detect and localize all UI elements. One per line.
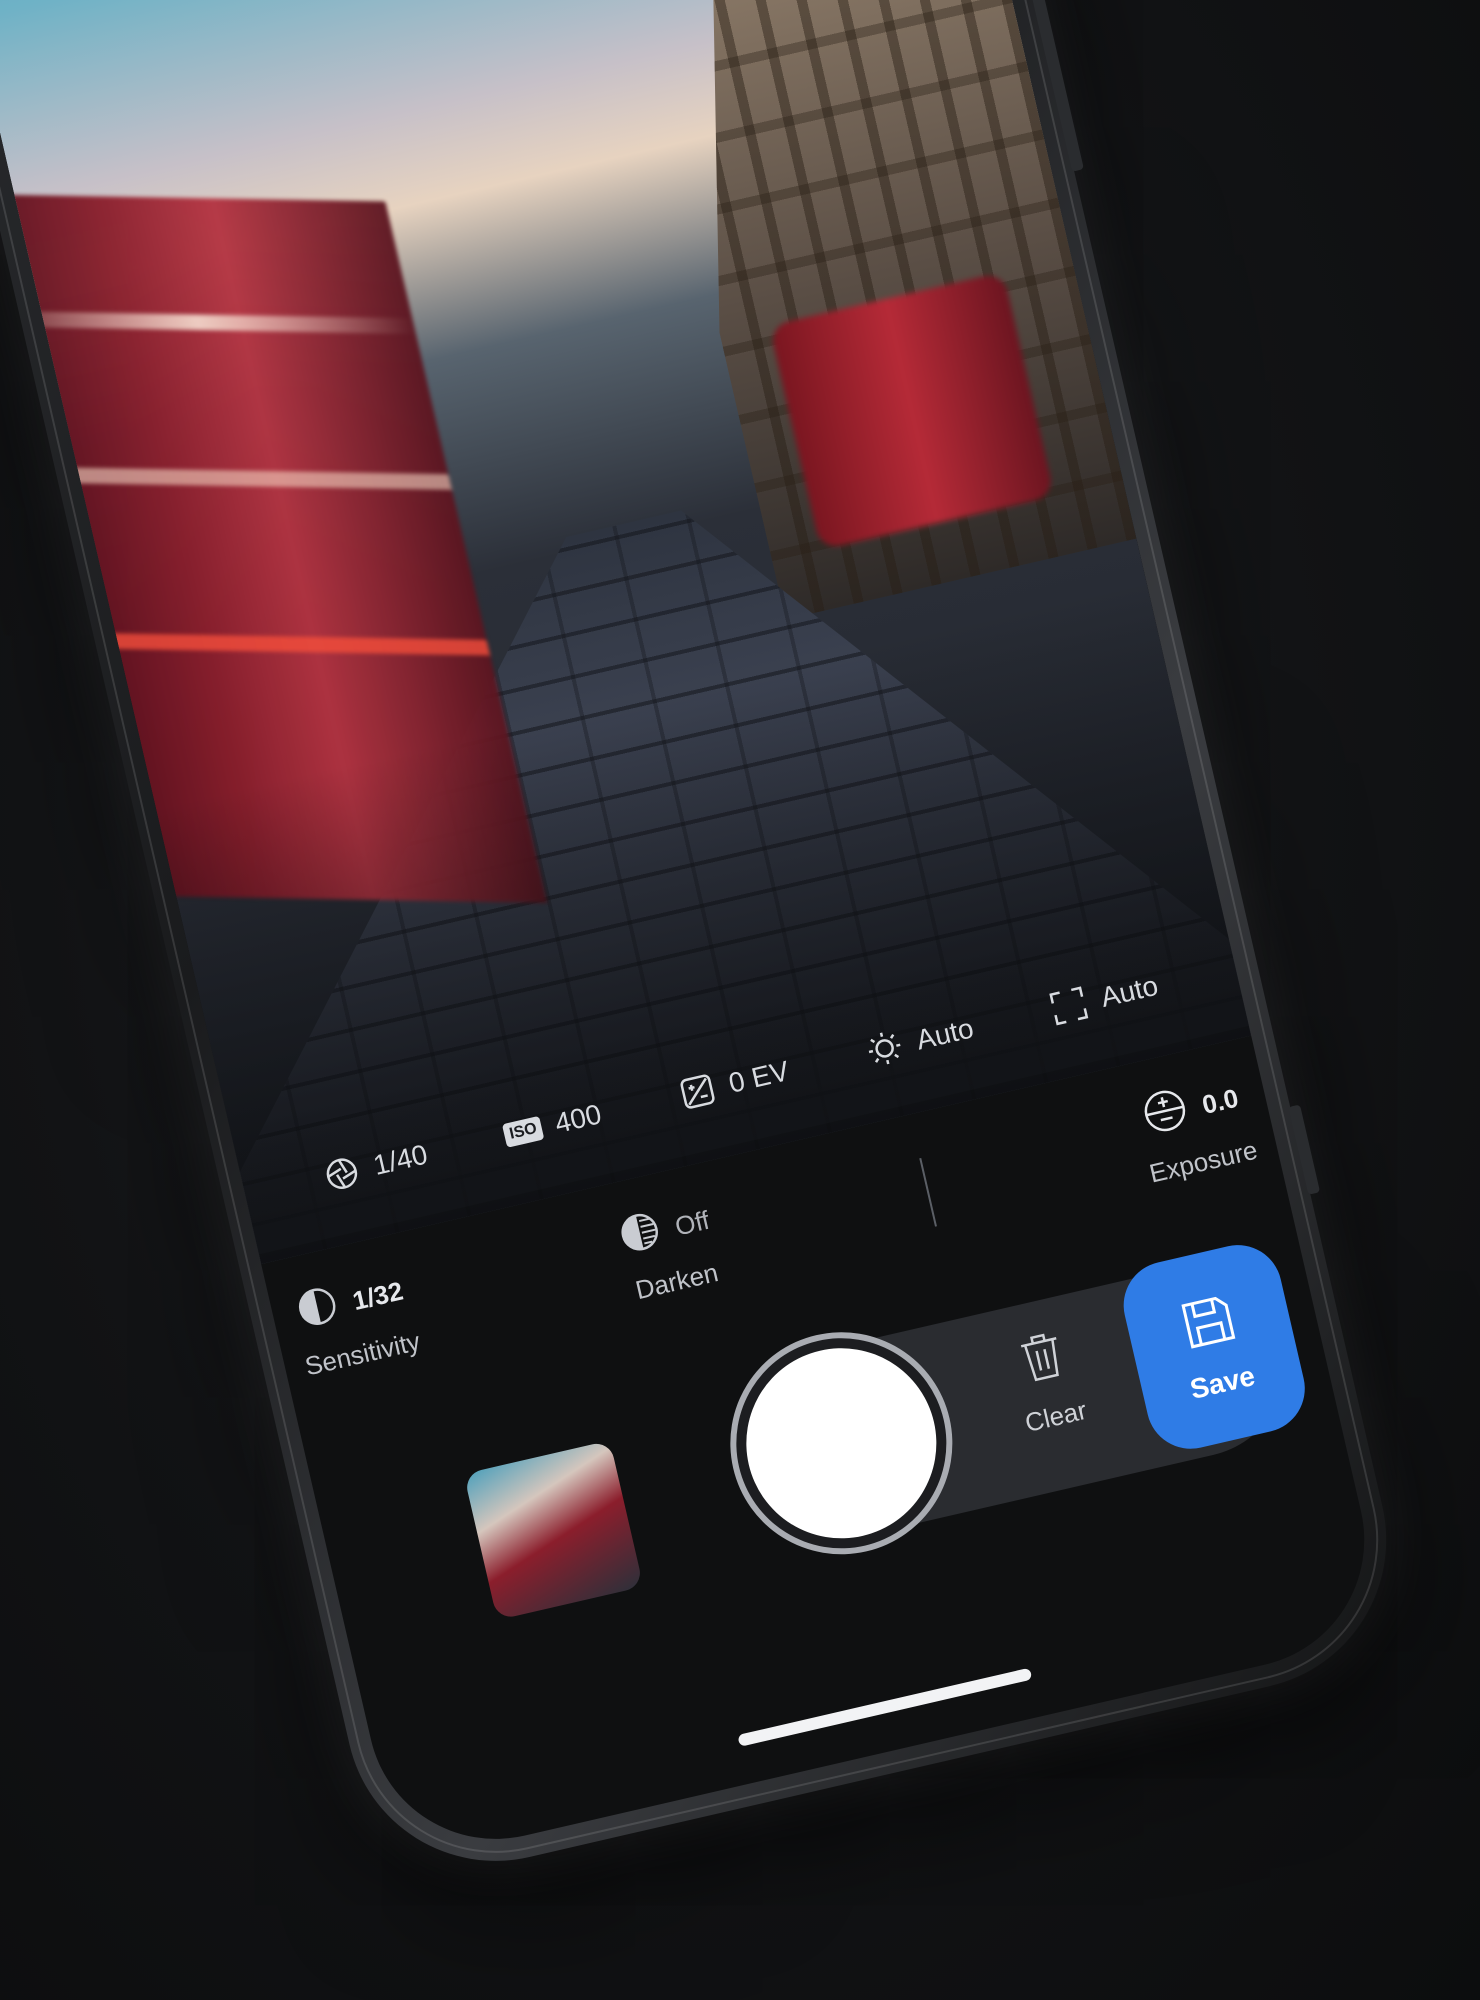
sensitivity-value: 1/32 <box>349 1275 406 1317</box>
exposure-value: 0.0 <box>1199 1082 1242 1120</box>
exposure-label: Exposure <box>1146 1134 1261 1189</box>
trash-icon <box>1015 1328 1071 1393</box>
shutter-speed-value: 1/40 <box>370 1138 431 1181</box>
save-icon <box>1177 1290 1241 1359</box>
sensitivity-label: Sensitivity <box>302 1325 423 1382</box>
iso-badge: ISO <box>502 1115 545 1148</box>
sun-icon <box>862 1026 908 1072</box>
focus-frame-icon <box>1046 983 1092 1029</box>
darken-label: Darken <box>632 1257 721 1306</box>
darken-icon <box>616 1208 666 1263</box>
iso-value: 400 <box>551 1098 605 1140</box>
iso-setting[interactable]: ISO 400 <box>500 1095 605 1154</box>
shutter-speed-setting[interactable]: 1/40 <box>319 1136 431 1197</box>
focus-setting[interactable]: Auto <box>1046 967 1161 1029</box>
camera-screen: 1/40 ISO 400 0 EV Auto Auto 1/32 Sensiti… <box>0 0 1390 1865</box>
exposure-control[interactable]: 0.0 Exposure <box>1132 1071 1261 1189</box>
phone-mockup: 1/40 ISO 400 0 EV Auto Auto 1/32 Sensiti… <box>0 0 1417 1891</box>
white-balance-value: Auto <box>913 1012 977 1056</box>
controls-divider <box>919 1157 938 1227</box>
exposure-comp-icon <box>674 1069 720 1115</box>
white-balance-setting[interactable]: Auto <box>862 1009 977 1071</box>
exposure-comp-setting[interactable]: 0 EV <box>674 1052 792 1114</box>
save-label: Save <box>1186 1359 1258 1405</box>
sensitivity-control[interactable]: 1/32 Sensitivity <box>288 1266 423 1382</box>
focus-value: Auto <box>1097 969 1161 1013</box>
last-photo-thumbnail[interactable] <box>463 1440 644 1621</box>
half-circle-icon <box>293 1283 343 1338</box>
aperture-icon <box>319 1151 365 1197</box>
plus-minus-icon <box>1139 1085 1193 1145</box>
iso-icon: ISO <box>500 1109 546 1155</box>
exposure-comp-value: 0 EV <box>725 1055 792 1099</box>
darken-control[interactable]: Off Darken <box>616 1197 725 1307</box>
darken-value: Off <box>672 1204 713 1242</box>
